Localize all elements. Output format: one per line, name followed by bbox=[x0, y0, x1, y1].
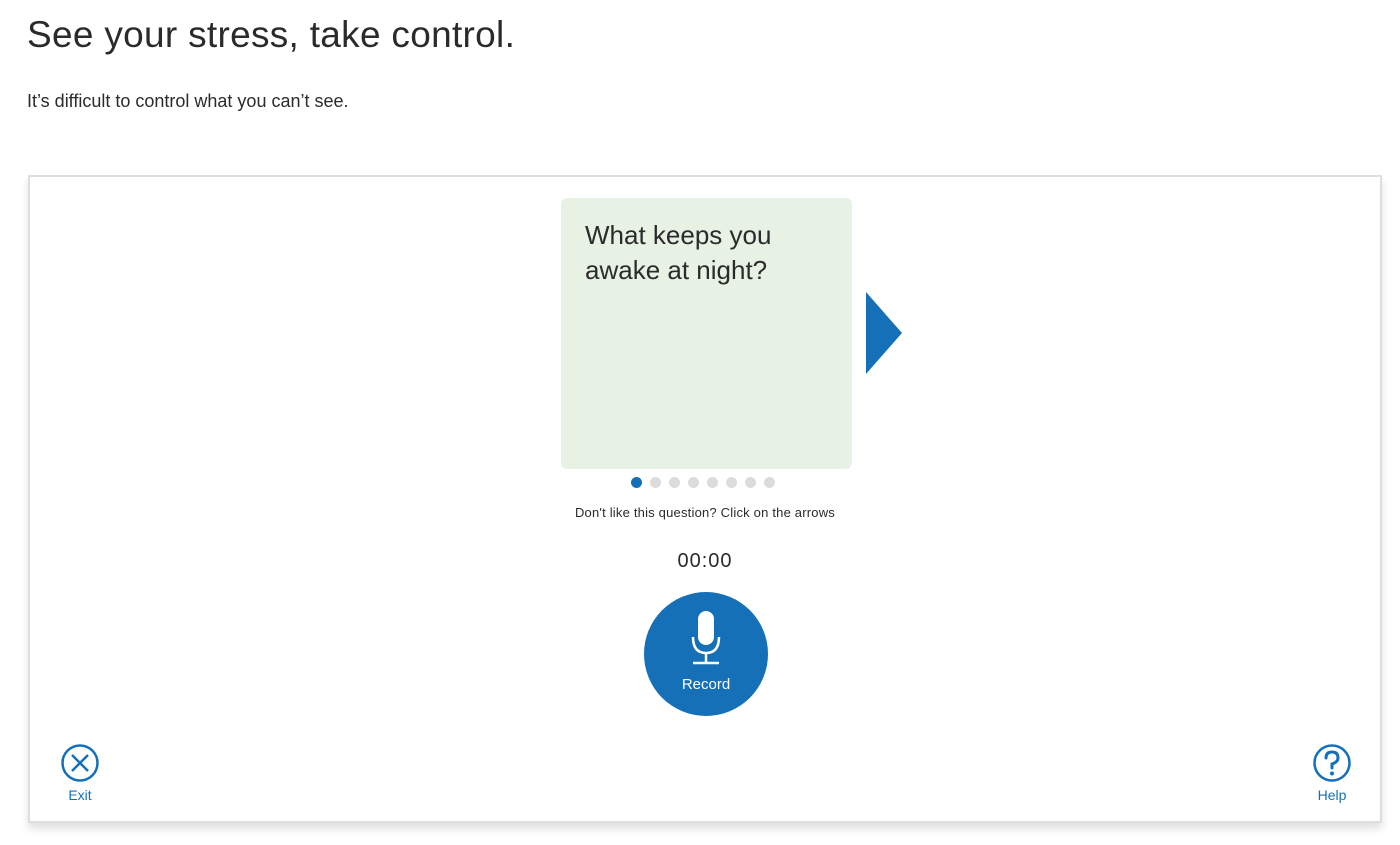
page: See your stress, take control. It’s diff… bbox=[0, 0, 1400, 845]
question-circle-icon bbox=[1313, 744, 1351, 782]
question-text: What keeps you awake at night? bbox=[585, 220, 772, 285]
close-circle-icon bbox=[61, 744, 99, 782]
carousel-dot[interactable] bbox=[745, 477, 756, 488]
question-card: What keeps you awake at night? bbox=[561, 198, 852, 469]
exit-label: Exit bbox=[68, 787, 92, 803]
next-question-button[interactable] bbox=[866, 292, 902, 374]
carousel-dots bbox=[631, 477, 775, 488]
carousel-hint: Don't like this question? Click on the a… bbox=[574, 505, 836, 520]
page-subtitle: It’s difficult to control what you can’t… bbox=[27, 91, 349, 111]
record-label: Record bbox=[681, 676, 731, 693]
carousel-dot[interactable] bbox=[669, 477, 680, 488]
carousel-dot[interactable] bbox=[726, 477, 737, 488]
page-title: See your stress, take control. bbox=[27, 14, 516, 55]
record-button[interactable]: Record bbox=[644, 592, 768, 716]
exit-button[interactable]: Exit bbox=[50, 743, 110, 803]
help-button[interactable]: Help bbox=[1302, 743, 1362, 803]
carousel-dot[interactable] bbox=[631, 477, 642, 488]
carousel-dot[interactable] bbox=[707, 477, 718, 488]
triangle-right-icon bbox=[866, 292, 902, 374]
carousel-dot[interactable] bbox=[650, 477, 661, 488]
carousel-dot[interactable] bbox=[688, 477, 699, 488]
microphone-icon bbox=[691, 611, 721, 665]
help-label: Help bbox=[1317, 787, 1347, 803]
carousel-dot[interactable] bbox=[764, 477, 775, 488]
record-timer: 00:00 bbox=[677, 550, 733, 572]
activity-panel: What keeps you awake at night? Don't lik… bbox=[28, 175, 1382, 823]
